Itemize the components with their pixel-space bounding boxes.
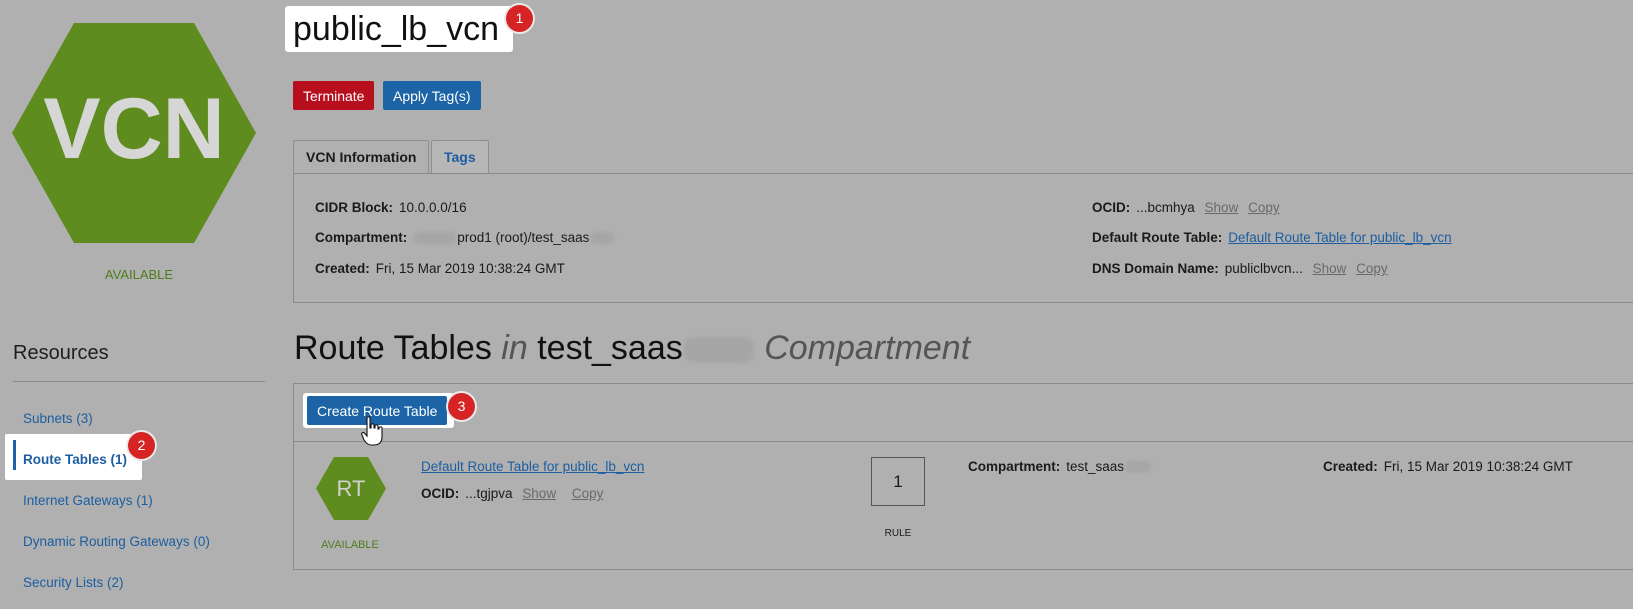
cidr-block-row: CIDR Block: 10.0.0.0/16 [315,200,467,215]
route-table-name-link[interactable]: Default Route Table for public_lb_vcn [421,459,644,474]
tab-tags[interactable]: Tags [431,140,489,173]
route-table-created-label: Created: [1323,459,1378,474]
section-title-main: Route Tables [294,329,492,367]
divider [294,441,1633,442]
page-title: public_lb_vcn [285,6,514,52]
route-table-created-value: Fri, 15 Mar 2019 10:38:24 GMT [1383,459,1573,474]
redacted-text [1125,461,1152,474]
route-table-icon: RT [316,457,386,520]
redacted-text [683,337,754,364]
sidebar-item-route-tables[interactable]: Route Tables (1) [23,452,127,467]
route-tables-panel [293,383,1633,570]
sidebar-item-subnets[interactable]: Subnets (3) [23,411,93,426]
vcn-logo-icon: VCN [12,23,256,243]
redacted-text [590,232,615,245]
default-route-table-link[interactable]: Default Route Table for public_lb_vcn [1228,230,1451,245]
route-table-compartment-label: Compartment: [968,459,1061,474]
vcn-logo-text: VCN [43,81,225,177]
compartment-value: prod1 (root)/test_saas [457,230,590,245]
cidr-label: CIDR Block: [315,200,394,215]
callout-badge-2: 2 [128,432,155,459]
sidebar-item-internet-gateways[interactable]: Internet Gateways (1) [23,493,153,508]
sidebar-item-dynamic-routing-gateways[interactable]: Dynamic Routing Gateways (0) [23,534,210,549]
dns-show-link[interactable]: Show [1313,261,1347,276]
route-table-status: AVAILABLE [321,539,379,551]
route-table-compartment-value: test_saas [1066,459,1125,474]
route-table-ocid-label: OCID: [421,486,460,501]
ocid-row: OCID: ...bcmhya Show Copy [1092,200,1280,215]
route-table-ocid-copy-link[interactable]: Copy [572,486,604,501]
sidebar-item-security-lists[interactable]: Security Lists (2) [23,575,124,590]
divider [13,381,265,382]
tab-vcn-information[interactable]: VCN Information [293,140,430,173]
route-table-created-row: Created: Fri, 15 Mar 2019 10:38:24 GMT [1323,459,1573,474]
route-table-name-row: Default Route Table for public_lb_vcn [421,459,644,474]
rule-count: 1 [871,457,925,506]
terminate-button[interactable]: Terminate [293,81,375,110]
created-value: Fri, 15 Mar 2019 10:38:24 GMT [375,261,565,276]
route-table-ocid-row: OCID: ...tgjpva Show Copy [421,486,603,501]
dns-copy-link[interactable]: Copy [1356,261,1388,276]
section-title-in: in [501,329,528,367]
ocid-copy-link[interactable]: Copy [1248,200,1280,215]
created-row: Created: Fri, 15 Mar 2019 10:38:24 GMT [315,261,565,276]
apply-tags-button[interactable]: Apply Tag(s) [383,81,481,110]
active-item-indicator [13,440,16,470]
cidr-value: 10.0.0.0/16 [399,200,467,215]
callout-badge-1: 1 [506,5,533,32]
vcn-status: AVAILABLE [104,267,174,282]
compartment-row: Compartment: prod1 (root)/test_saas [315,230,615,245]
callout-badge-3: 3 [448,393,475,420]
default-route-table-row: Default Route Table: Default Route Table … [1092,230,1452,245]
hand-cursor-icon [361,416,383,446]
rule-label: RULE [884,528,912,539]
ocid-value: ...bcmhya [1136,200,1195,215]
ocid-show-link[interactable]: Show [1205,200,1239,215]
compartment-label: Compartment: [315,230,408,245]
route-table-ocid-show-link[interactable]: Show [522,486,556,501]
redacted-text [414,232,457,245]
route-table-icon-text: RT [337,476,366,501]
section-title: Route Tables in test_saas Compartment [294,329,970,368]
dns-domain-value: publiclbvcn... [1224,261,1303,276]
resources-heading: Resources [13,342,109,364]
dns-domain-label: DNS Domain Name: [1092,261,1219,276]
section-title-compartment: test_saas [537,329,683,367]
default-route-table-label: Default Route Table: [1092,230,1223,245]
section-title-suffix: Compartment [764,329,971,367]
route-table-compartment-row: Compartment: test_saas [968,459,1152,474]
dns-domain-row: DNS Domain Name: publiclbvcn... Show Copy [1092,261,1388,276]
route-table-ocid-value: ...tgjpva [465,486,513,501]
created-label: Created: [315,261,370,276]
ocid-label: OCID: [1092,200,1131,215]
